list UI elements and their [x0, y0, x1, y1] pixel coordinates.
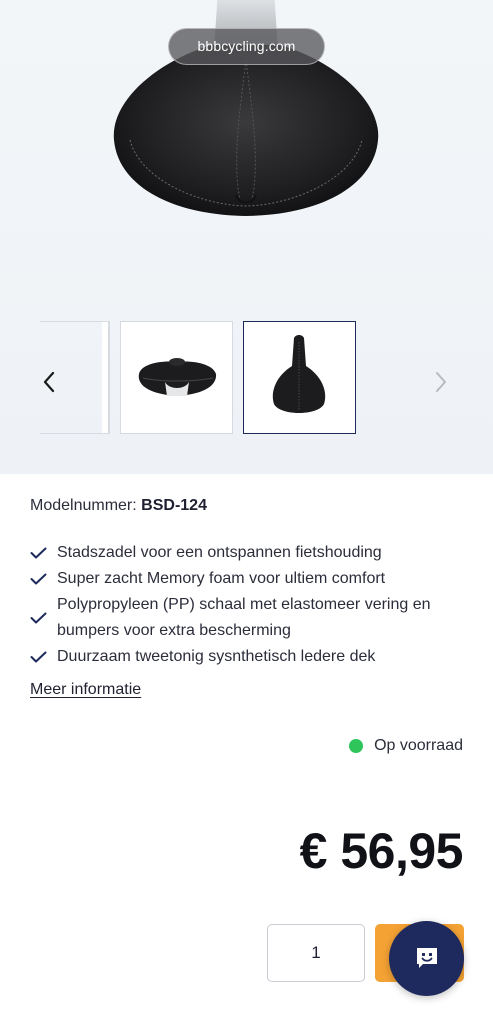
feature-item: Polypropyleen (PP) schaal met elastomeer…	[30, 592, 470, 644]
feature-list: Stadszadel voor een ontspannen fietshoud…	[30, 540, 470, 670]
stock-indicator-dot	[349, 739, 364, 753]
feature-text: Duurzaam tweetonig sysnthetisch ledere d…	[57, 648, 376, 665]
check-icon	[30, 612, 47, 624]
model-value: BSD-124	[141, 497, 207, 514]
product-price: € 56,95	[299, 823, 464, 879]
product-gallery: bbbcycling.com	[0, 0, 493, 474]
chat-button[interactable]	[389, 921, 464, 996]
check-icon	[30, 651, 47, 663]
gallery-next-button[interactable]	[422, 321, 462, 435]
more-info-link[interactable]: Meer informatie	[30, 681, 141, 699]
thumbnail-partial[interactable]	[40, 321, 110, 434]
check-icon	[30, 573, 47, 585]
saddle-top-thumbnail	[272, 335, 326, 413]
feature-text: Polypropyleen (PP) schaal met elastomeer…	[57, 596, 431, 639]
thumb-saddle-side[interactable]	[120, 321, 233, 434]
stock-status: Op voorraad	[349, 737, 463, 755]
thumb-saddle-top[interactable]	[243, 321, 356, 434]
model-number: Modelnummer: BSD-124	[30, 497, 207, 515]
browser-url-pill[interactable]: bbbcycling.com	[168, 28, 325, 65]
model-label: Modelnummer:	[30, 497, 137, 514]
chevron-right-icon	[436, 372, 446, 392]
feature-text: Stadszadel voor een ontspannen fietshoud…	[57, 544, 382, 561]
feature-item: Duurzaam tweetonig sysnthetisch ledere d…	[30, 644, 470, 670]
quantity-input[interactable]	[267, 924, 365, 982]
check-icon	[30, 547, 47, 559]
feature-text: Super zacht Memory foam voor ultiem comf…	[57, 570, 386, 587]
thumbnail-strip	[0, 321, 493, 435]
feature-item: Stadszadel voor een ontspannen fietshoud…	[30, 540, 470, 566]
saddle-side-thumbnail	[138, 358, 217, 396]
chat-smiley-icon	[417, 948, 437, 968]
feature-item: Super zacht Memory foam voor ultiem comf…	[30, 566, 470, 592]
stock-status-text: Op voorraad	[374, 737, 463, 754]
